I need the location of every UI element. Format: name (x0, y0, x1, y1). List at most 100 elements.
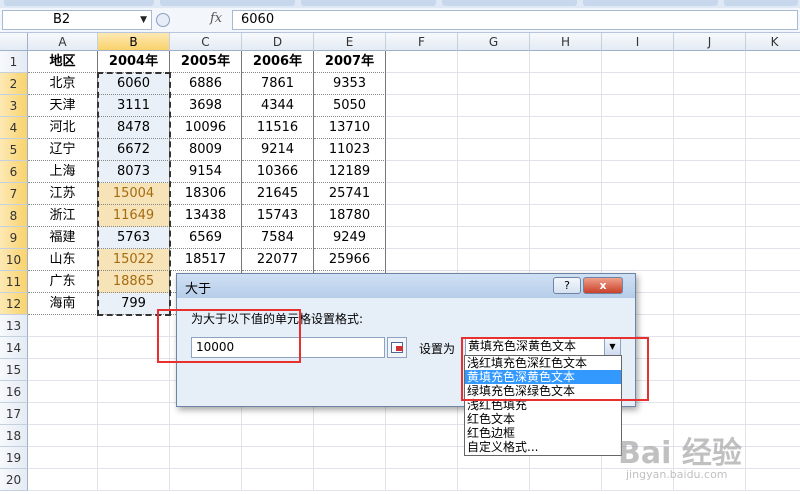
row-header-10[interactable]: 10 (0, 249, 28, 271)
cell-j1[interactable] (674, 51, 746, 73)
row-header-9[interactable]: 9 (0, 227, 28, 249)
cell-i2[interactable] (602, 73, 674, 95)
format-option[interactable]: 红色文本 (465, 412, 621, 426)
cell-b2[interactable]: 6060 (98, 73, 170, 95)
cell-h4[interactable] (530, 117, 602, 139)
cell-i9[interactable] (602, 227, 674, 249)
cell-k10[interactable] (746, 249, 800, 271)
cell-g9[interactable] (458, 227, 530, 249)
cell-a13[interactable] (28, 315, 98, 337)
cell-i10[interactable] (602, 249, 674, 271)
cell-h10[interactable] (530, 249, 602, 271)
cell-j4[interactable] (674, 117, 746, 139)
cell-j11[interactable] (674, 271, 746, 293)
cell-b7[interactable]: 15004 (98, 183, 170, 205)
cell-a6[interactable]: 上海 (28, 161, 98, 183)
cell-f18[interactable] (386, 425, 458, 447)
cell-f20[interactable] (386, 469, 458, 491)
column-header-b[interactable]: B (98, 33, 170, 51)
cell-c4[interactable]: 10096 (170, 117, 242, 139)
format-option[interactable]: 浅红色填充 (465, 398, 621, 412)
ribbon-group[interactable] (724, 0, 798, 6)
ribbon-group[interactable] (4, 0, 154, 6)
cell-h6[interactable] (530, 161, 602, 183)
cell-d8[interactable]: 15743 (242, 205, 314, 227)
cell-h1[interactable] (530, 51, 602, 73)
cell-b10[interactable]: 15022 (98, 249, 170, 271)
cell-b4[interactable]: 8478 (98, 117, 170, 139)
cell-e3[interactable]: 5050 (314, 95, 386, 117)
column-header-e[interactable]: E (314, 33, 386, 51)
cell-j5[interactable] (674, 139, 746, 161)
cell-b14[interactable] (98, 337, 170, 359)
cell-f10[interactable] (386, 249, 458, 271)
cell-e18[interactable] (314, 425, 386, 447)
cell-i5[interactable] (602, 139, 674, 161)
cell-d4[interactable]: 11516 (242, 117, 314, 139)
cell-a11[interactable]: 广东 (28, 271, 98, 293)
cell-k13[interactable] (746, 315, 800, 337)
cell-k7[interactable] (746, 183, 800, 205)
ribbon-group[interactable] (442, 0, 577, 6)
cell-a5[interactable]: 辽宁 (28, 139, 98, 161)
cell-e6[interactable]: 12189 (314, 161, 386, 183)
expand-handle-icon[interactable] (156, 13, 170, 27)
cell-k14[interactable] (746, 337, 800, 359)
cell-k17[interactable] (746, 403, 800, 425)
cell-b15[interactable] (98, 359, 170, 381)
format-option[interactable]: 绿填充色深绿色文本 (465, 384, 621, 398)
cell-f19[interactable] (386, 447, 458, 469)
cell-f3[interactable] (386, 95, 458, 117)
row-header-20[interactable]: 20 (0, 469, 28, 491)
cell-a14[interactable] (28, 337, 98, 359)
cell-e2[interactable]: 9353 (314, 73, 386, 95)
column-header-c[interactable]: C (170, 33, 242, 51)
row-header-18[interactable]: 18 (0, 425, 28, 447)
cell-j7[interactable] (674, 183, 746, 205)
cell-a20[interactable] (28, 469, 98, 491)
cell-j16[interactable] (674, 381, 746, 403)
cell-g3[interactable] (458, 95, 530, 117)
cell-c5[interactable]: 8009 (170, 139, 242, 161)
cell-j13[interactable] (674, 315, 746, 337)
cell-c6[interactable]: 9154 (170, 161, 242, 183)
column-header-i[interactable]: I (602, 33, 674, 51)
cell-d3[interactable]: 4344 (242, 95, 314, 117)
cell-g5[interactable] (458, 139, 530, 161)
row-header-12[interactable]: 12 (0, 293, 28, 315)
cell-b13[interactable] (98, 315, 170, 337)
cell-k1[interactable] (746, 51, 800, 73)
threshold-input[interactable]: 10000 (191, 337, 385, 358)
cell-d6[interactable]: 10366 (242, 161, 314, 183)
cell-a4[interactable]: 河北 (28, 117, 98, 139)
cell-c10[interactable]: 18517 (170, 249, 242, 271)
cell-b18[interactable] (98, 425, 170, 447)
cell-h5[interactable] (530, 139, 602, 161)
cell-e7[interactable]: 25741 (314, 183, 386, 205)
cell-k16[interactable] (746, 381, 800, 403)
cell-b11[interactable]: 18865 (98, 271, 170, 293)
cell-b1[interactable]: 2004年 (98, 51, 170, 73)
cell-k3[interactable] (746, 95, 800, 117)
cell-i4[interactable] (602, 117, 674, 139)
chevron-down-icon[interactable]: ▼ (604, 338, 620, 355)
format-select[interactable]: 黄填充色深黄色文本 ▼ (465, 337, 621, 356)
cell-a9[interactable]: 福建 (28, 227, 98, 249)
cell-i6[interactable] (602, 161, 674, 183)
cell-f1[interactable] (386, 51, 458, 73)
cell-j6[interactable] (674, 161, 746, 183)
cell-a10[interactable]: 山东 (28, 249, 98, 271)
row-header-2[interactable]: 2 (0, 73, 28, 95)
close-button[interactable]: x (583, 277, 623, 294)
cell-a7[interactable]: 江苏 (28, 183, 98, 205)
cell-c2[interactable]: 6886 (170, 73, 242, 95)
cell-j15[interactable] (674, 359, 746, 381)
cell-d7[interactable]: 21645 (242, 183, 314, 205)
cell-i3[interactable] (602, 95, 674, 117)
cell-a18[interactable] (28, 425, 98, 447)
cell-k15[interactable] (746, 359, 800, 381)
cell-f7[interactable] (386, 183, 458, 205)
cell-k9[interactable] (746, 227, 800, 249)
cell-b6[interactable]: 8073 (98, 161, 170, 183)
cell-d10[interactable]: 22077 (242, 249, 314, 271)
